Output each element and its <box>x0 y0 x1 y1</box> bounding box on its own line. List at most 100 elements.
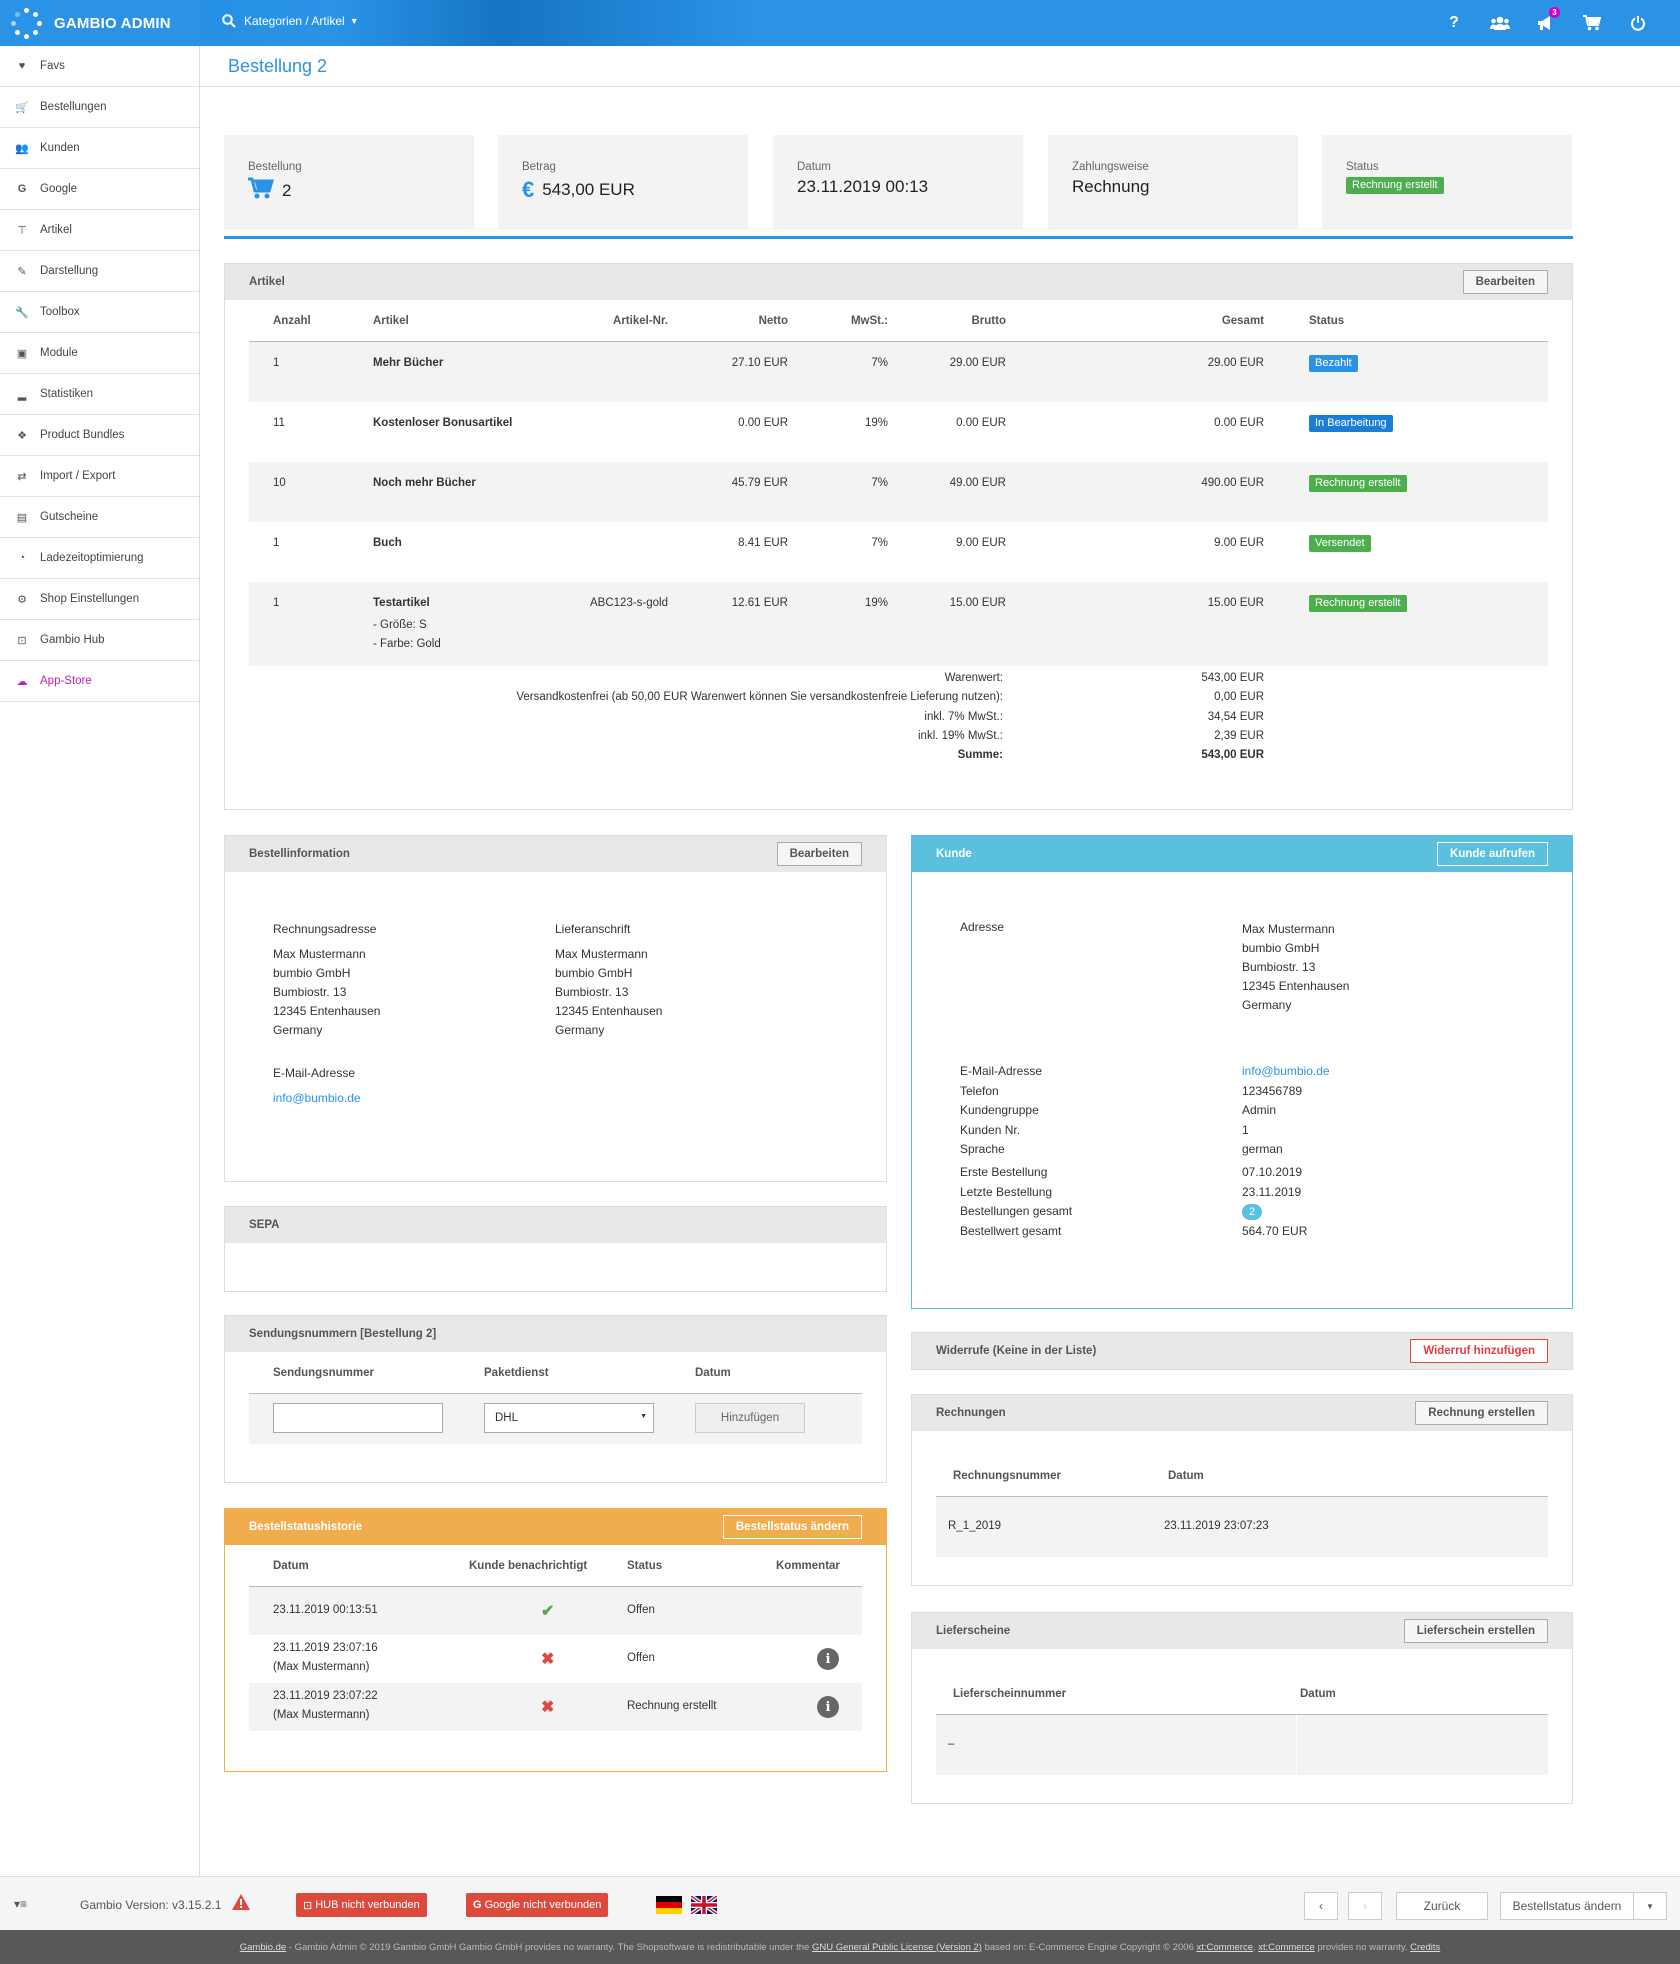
prev-button[interactable]: ‹ <box>1304 1892 1338 1920</box>
cell-artikel[interactable]: Kostenloser Bonusartikel <box>373 417 512 429</box>
cell-artikel[interactable]: Buch <box>373 537 402 549</box>
address-line: 12345 Entenhausen <box>1242 979 1350 993</box>
cell-mwst: 7% <box>871 477 888 489</box>
address-line: Germany <box>273 1023 323 1037</box>
invoice-row[interactable]: R_1_2019 23.11.2019 23:07:23 <box>936 1497 1548 1557</box>
caret-down-icon: ▼ <box>1646 1901 1654 1911</box>
create-lieferschein-button[interactable]: Lieferschein erstellen <box>1403 1619 1548 1643</box>
col-datum: Datum <box>273 1559 309 1572</box>
power-icon[interactable] <box>1626 11 1650 35</box>
col-status: Status <box>1309 314 1345 327</box>
history-user: (Max Mustermann) <box>273 1661 370 1673</box>
megaphone-icon[interactable]: 3 <box>1534 7 1560 35</box>
field-value: 07.10.2019 <box>1242 1165 1303 1179</box>
status-badge: Rechnung erstellt <box>1346 177 1444 194</box>
edit-artikel-button[interactable]: Bearbeiten <box>1462 270 1548 294</box>
sendungsnummer-input[interactable] <box>273 1403 443 1433</box>
status-badge: In Bearbeitung <box>1309 415 1393 432</box>
status-dropdown-button[interactable]: ▼ <box>1633 1892 1667 1920</box>
xtc-link-2[interactable]: xt:Commerce <box>1258 1942 1314 1953</box>
sidebar-item-darstellung[interactable]: ✎ Darstellung <box>0 251 199 292</box>
col-brutto: Brutto <box>971 314 1007 327</box>
search-label: Kategorien / Artikel <box>244 14 345 28</box>
sidebar-item-product-bundles[interactable]: ❖ Product Bundles <box>0 415 199 456</box>
sidebar-item-label: Module <box>40 347 78 359</box>
sidebar-item-shop-einstellungen[interactable]: ⚙ Shop Einstellungen <box>0 579 199 620</box>
cell-anzahl: 1 <box>273 537 280 549</box>
hub-status-badge[interactable]: ⊡ HUB nicht verbunden <box>296 1893 427 1917</box>
kunde-adresse: Max Mustermann bumbio GmbH Bumbiostr. 13… <box>1242 920 1349 1015</box>
field-label: Bestellungen gesamt <box>960 1204 1073 1218</box>
email-link[interactable]: info@bumbio.de <box>1242 1062 1330 1082</box>
stat-value: Rechnung <box>1072 177 1150 196</box>
sidebar-item-label: Ladezeitoptimierung <box>40 552 144 564</box>
invoice-number[interactable]: R_1_2019 <box>948 1520 1001 1532</box>
warning-icon[interactable] <box>232 1894 250 1913</box>
orders-count-badge[interactable]: 2 <box>1242 1204 1263 1220</box>
sidebar-item-artikel[interactable]: ⊤ Artikel <box>0 210 199 251</box>
back-button[interactable]: Zurück <box>1396 1892 1488 1920</box>
col-rechnungsnummer: Rechnungsnummer <box>953 1469 1061 1482</box>
total-value: 34,54 EUR <box>1207 710 1264 723</box>
credits-link[interactable]: Credits <box>1410 1942 1440 1953</box>
dashboard-icon: ◔ <box>18 552 26 564</box>
cart-icon[interactable] <box>1580 11 1604 35</box>
cell-artikel[interactable]: Noch mehr Bücher <box>373 477 476 489</box>
sidebar-item-favs[interactable]: ♥ Favs <box>0 46 199 87</box>
gambio-link[interactable]: Gambio.de <box>240 1942 286 1953</box>
hub-icon: ⊡ <box>303 1899 313 1912</box>
menu-toggle-icon[interactable]: ▾≡ <box>14 1897 27 1911</box>
brand-name: GAMBIO ADMIN <box>54 14 171 32</box>
cell-artikel[interactable]: Testartikel <box>373 597 430 609</box>
cell-artikel[interactable]: Mehr Bücher <box>373 357 443 369</box>
sidebar-item-import-export[interactable]: ⇄ Import / Export <box>0 456 199 497</box>
sidebar-item-app-store[interactable]: ☁ App-Store <box>0 661 199 702</box>
sidebar-item-kunden[interactable]: 👥 Kunden <box>0 128 199 169</box>
sidebar-item-statistiken[interactable]: ▂ Statistiken <box>0 374 199 415</box>
total-row: inkl. 19% MwSt.: 2,39 EUR <box>249 730 1548 749</box>
add-sendung-button[interactable]: Hinzufügen <box>695 1403 805 1433</box>
flag-uk-icon[interactable] <box>689 1894 719 1917</box>
sidebar-item-gutscheine[interactable]: ▤ Gutscheine <box>0 497 199 538</box>
users-icon[interactable] <box>1488 11 1512 35</box>
total-row: Warenwert: 543,00 EUR <box>249 672 1548 691</box>
total-row: Summe: 543,00 EUR <box>249 749 1548 768</box>
historie-panel: Bestellstatushistorie Bestellstatus ände… <box>224 1508 887 1772</box>
paketdienst-select[interactable]: DHL ▼ <box>484 1403 654 1433</box>
add-widerruf-button[interactable]: Widerruf hinzufügen <box>1410 1339 1548 1363</box>
sidebar-item-gambio-hub[interactable]: ⊡ Gambio Hub <box>0 620 199 661</box>
customer-field: Bestellungen gesamt 2 <box>960 1202 1572 1222</box>
panel-title: Lieferscheine <box>936 1625 1011 1637</box>
flag-de-icon[interactable] <box>656 1896 682 1914</box>
email-link[interactable]: info@bumbio.de <box>273 1089 380 1108</box>
gpl-link[interactable]: GNU General Public License (Version 2) <box>812 1942 982 1953</box>
next-button[interactable]: › <box>1348 1892 1382 1920</box>
history-status: Offen <box>627 1604 655 1616</box>
gambio-logo-icon <box>10 6 44 40</box>
sendung-input-row: DHL ▼ Hinzufügen <box>249 1394 862 1444</box>
artikel-panel: Artikel Bearbeiten Anzahl Artikel Artike… <box>224 263 1573 810</box>
sidebar-item-ladezeitoptimierung[interactable]: ◔ Ladezeitoptimierung <box>0 538 199 579</box>
change-status-footer-button[interactable]: Bestellstatus ändern <box>1500 1892 1634 1920</box>
sidebar-item-label: Statistiken <box>40 388 94 400</box>
sidebar-item-toolbox[interactable]: 🔧 Toolbox <box>0 292 199 333</box>
create-invoice-button[interactable]: Rechnung erstellen <box>1415 1401 1548 1425</box>
address-line: Bumbiostr. 13 <box>1242 960 1316 974</box>
google-status-badge[interactable]: G Google nicht verbunden <box>466 1893 609 1917</box>
sidebar-item-label: Bestellungen <box>40 101 107 113</box>
change-status-button[interactable]: Bestellstatus ändern <box>722 1515 862 1539</box>
sidebar-item-bestellungen[interactable]: 🛒 Bestellungen <box>0 87 199 128</box>
xtc-link[interactable]: xt:Commerce <box>1197 1942 1253 1953</box>
info-icon[interactable]: i <box>817 1648 839 1670</box>
search-dropdown[interactable]: Kategorien / Artikel ▼ <box>222 14 359 28</box>
status-badge: Rechnung erstellt <box>1309 595 1407 612</box>
sidebar-item-google[interactable]: G Google <box>0 169 199 210</box>
sidebar-item-module[interactable]: ▣ Module <box>0 333 199 374</box>
total-value: 2,39 EUR <box>1214 729 1264 742</box>
brand-logo[interactable]: GAMBIO ADMIN <box>0 0 200 46</box>
help-icon[interactable]: ? <box>1442 11 1466 35</box>
cell-nr: ABC123-s-gold <box>590 597 668 609</box>
info-icon[interactable]: i <box>817 1696 839 1718</box>
open-customer-button[interactable]: Kunde aufrufen <box>1437 842 1548 866</box>
edit-bestellinfo-button[interactable]: Bearbeiten <box>776 842 862 866</box>
